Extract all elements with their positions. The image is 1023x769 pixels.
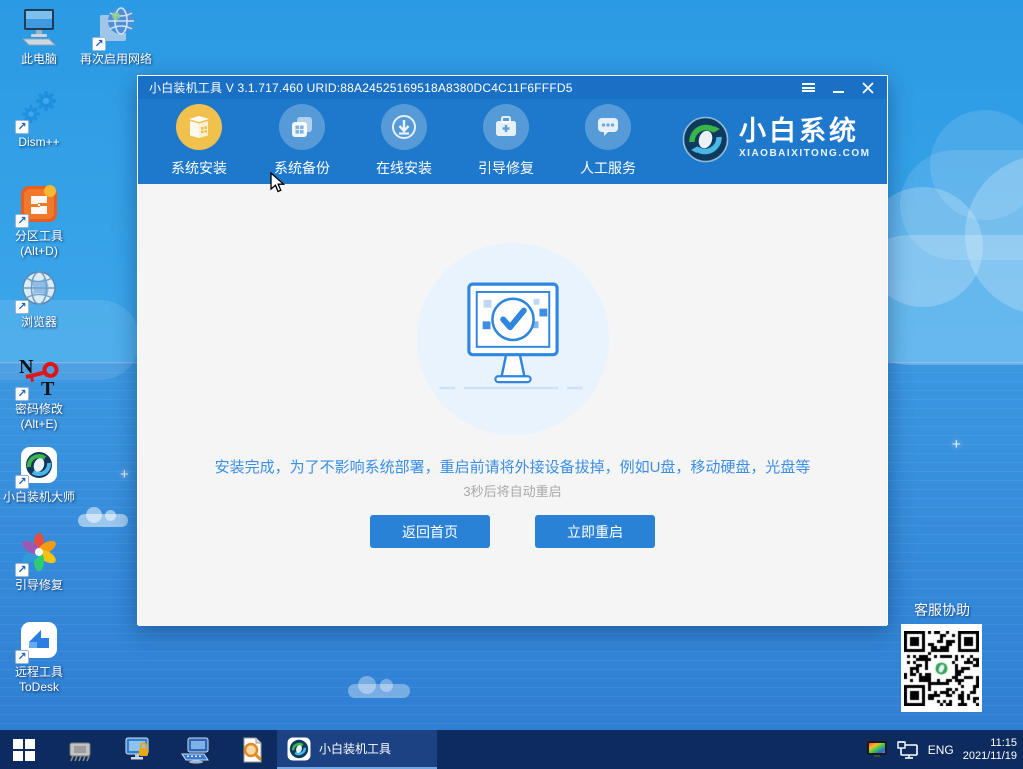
shortcut-arrow-icon: ↗ [15, 650, 29, 664]
display-color-icon[interactable] [866, 740, 888, 759]
desktop-icon-dism[interactable]: ↗ Dism++ [0, 88, 78, 150]
system-tray: ENG 11:15 2021/11/19 [866, 730, 1017, 769]
shortcut-arrow-icon: ↗ [92, 37, 106, 51]
cloud [348, 676, 410, 698]
cloud [78, 507, 128, 527]
install-complete-illustration [415, 241, 611, 437]
clock-date: 2021/11/19 [962, 749, 1017, 762]
taskbar-item-cpu-tool[interactable] [60, 730, 100, 769]
restart-now-button[interactable]: 立即重启 [535, 515, 655, 548]
window-content: 安装完成，为了不影响系统部署，重启前请将外接设备拔掉，例如U盘，移动硬盘，光盘等… [138, 184, 887, 626]
pinwheel-icon: ↗ [15, 531, 61, 577]
shortcut-arrow-icon: ↗ [15, 475, 29, 489]
desktop-icon-this-pc[interactable]: 此电脑 [0, 5, 78, 67]
todesk-icon: ↗ [15, 618, 61, 664]
monitor-lock-icon [125, 737, 149, 759]
menu-button[interactable] [797, 78, 819, 98]
restart-countdown: 3秒后将自动重启 [463, 484, 562, 499]
tab-system-install[interactable]: 系统安装 [153, 104, 245, 178]
sparkle: + [120, 466, 129, 483]
gears-icon: ↗ [15, 88, 61, 134]
tab-label: 系统安装 [171, 160, 227, 176]
back-home-button[interactable]: 返回首页 [370, 515, 490, 548]
desktop-wallpaper: + + + 此电脑 ↗ [0, 0, 1023, 769]
shortcut-arrow-icon: ↗ [15, 120, 29, 134]
icon-label: 密码修改 (Alt+E) [14, 402, 63, 431]
icon-label: 再次启用网络 [79, 52, 152, 66]
browser-globe-icon: ↗ [15, 268, 61, 314]
network-status-icon[interactable] [897, 740, 919, 759]
svg-text:T: T [41, 378, 55, 399]
taskbar: 小白装机工具 ENG 11:15 2021/11/19 [0, 730, 1023, 769]
xiaobai-logo-icon [682, 116, 729, 163]
icon-label: 分区工具 (Alt+D) [14, 229, 63, 258]
active-task-label: 小白装机工具 [319, 742, 392, 756]
desktop-icon-boot-repair[interactable]: ↗ 引导修复 [0, 531, 78, 593]
partition-tool-icon: ↗ [15, 182, 61, 228]
taskbar-item-search-tool[interactable] [232, 730, 272, 769]
sparkle: + [952, 436, 961, 453]
clock-time: 11:15 [990, 736, 1017, 749]
desktop-icon-enable-network[interactable]: ↗ 再次启用网络 [74, 5, 158, 67]
taskbar-item-keyboard-tool[interactable] [176, 730, 216, 769]
chat-bubble-icon [585, 104, 631, 150]
tab-label: 在线安装 [376, 160, 432, 176]
icon-label: 小白装机大师 [2, 490, 75, 504]
tab-label: 人工服务 [580, 160, 636, 176]
window-title: 小白装机工具 V 3.1.717.460 URID:88A24525169518… [149, 81, 573, 95]
shortcut-arrow-icon: ↗ [15, 387, 29, 401]
taskbar-active-task[interactable]: 小白装机工具 [277, 730, 437, 769]
icon-label: 浏览器 [20, 315, 57, 329]
shortcut-arrow-icon: ↗ [15, 300, 29, 314]
brand-name: 小白系统 [739, 116, 859, 146]
brand-site: XIAOBAIXITONG.COM [739, 148, 871, 159]
tab-system-backup[interactable]: 系统备份 [256, 104, 348, 178]
qr-caption: 客服协助 [914, 602, 970, 618]
this-pc-icon [17, 5, 61, 49]
tab-boot-repair[interactable]: 引导修复 [460, 104, 552, 178]
hamburger-icon [801, 82, 815, 94]
icon-label: Dism++ [18, 135, 60, 149]
start-button[interactable] [0, 730, 48, 769]
xiaobai-tool-window: 小白装机工具 V 3.1.717.460 URID:88A24525169518… [137, 75, 888, 626]
document-search-icon [243, 737, 262, 762]
shortcut-arrow-icon: ↗ [15, 214, 29, 228]
xiaobai-app-icon: ↗ [15, 443, 61, 489]
xiaobai-app-icon [287, 737, 311, 760]
tab-human-service[interactable]: 人工服务 [562, 104, 654, 178]
chip-icon [69, 742, 91, 761]
keyboard-monitor-icon [181, 737, 209, 764]
desktop-icon-todesk[interactable]: ↗ 远程工具 ToDesk [0, 618, 78, 695]
desktop-icon-password-reset[interactable]: N T ↗ 密码修改 (Alt+E) [0, 355, 78, 432]
toolkit-icon [483, 104, 529, 150]
desktop-icon-partition-tool[interactable]: ↗ 分区工具 (Alt+D) [0, 182, 78, 259]
icon-label: 此电脑 [20, 52, 57, 66]
icon-label: 引导修复 [14, 578, 63, 592]
customer-service-qr-code [901, 624, 982, 712]
windows-logo-icon [13, 738, 35, 761]
minimize-button[interactable] [827, 78, 849, 98]
tab-label: 引导修复 [478, 160, 534, 176]
window-titlebar[interactable]: 小白装机工具 V 3.1.717.460 URID:88A24525169518… [138, 76, 887, 99]
language-indicator[interactable]: ENG [928, 743, 954, 757]
brand-logo: 小白系统 XIAOBAIXITONG.COM [682, 116, 870, 163]
tab-online-install[interactable]: 在线安装 [358, 104, 450, 178]
shortcut-arrow-icon: ↗ [15, 563, 29, 577]
desktop-icon-browser[interactable]: ↗ 浏览器 [0, 268, 78, 330]
install-box-icon [176, 104, 222, 150]
nt-password-key-icon: N T ↗ [15, 355, 61, 401]
minimize-icon [832, 90, 844, 93]
mouse-cursor [270, 172, 286, 193]
taskbar-clock[interactable]: 11:15 2021/11/19 [963, 737, 1017, 763]
icon-label: 远程工具 ToDesk [14, 665, 63, 694]
backup-windows-icon [279, 104, 325, 150]
taskbar-item-lock-tool[interactable] [118, 730, 158, 769]
desktop-icon-xiaobai-master[interactable]: ↗ 小白装机大师 [0, 443, 78, 505]
close-button[interactable] [857, 78, 879, 98]
download-icon [381, 104, 427, 150]
window-navbar: 系统安装 系统备份 在线安装 引导修复 人工服务 小白系统 XIAOBAIXIT… [138, 99, 887, 184]
completion-message: 安装完成，为了不影响系统部署，重启前请将外接设备拔掉，例如U盘，移动硬盘，光盘等 [214, 459, 811, 476]
network-globe-icon: ↗ [92, 5, 138, 51]
close-icon [862, 81, 874, 94]
